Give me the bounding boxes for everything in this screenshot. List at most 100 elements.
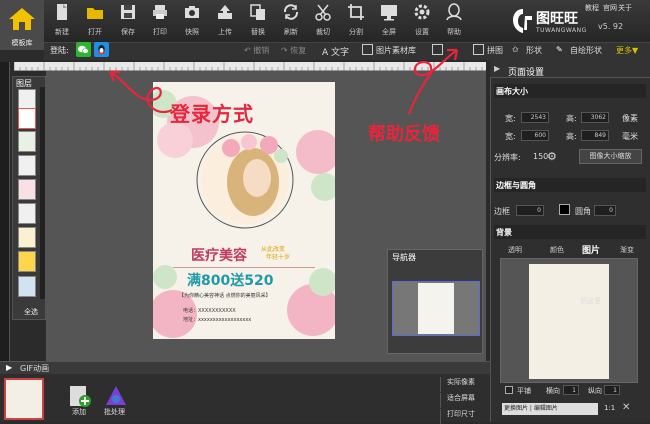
layer-thumb-3[interactable] (18, 131, 36, 152)
width-px-input[interactable]: 2543 (521, 112, 549, 123)
logo-text: 图旺旺 (536, 11, 578, 27)
bg-tab-gradient[interactable]: 渐变 (620, 245, 634, 255)
toolbar-label: 新建 (55, 28, 69, 36)
undo-label: 撤销 (253, 46, 270, 55)
camera-icon (185, 6, 199, 18)
gear-icon[interactable]: ⚙ (547, 150, 557, 163)
batch-process-icon[interactable] (104, 384, 128, 408)
border-input[interactable]: 0 (516, 205, 544, 216)
toolbar-button-replace[interactable]: 替换 (244, 3, 272, 37)
toolbar-button-help-person[interactable]: 帮助 (440, 3, 468, 37)
panel-title: 页面设置 (508, 68, 545, 78)
toolbar-button-save[interactable]: 保存 (114, 3, 142, 37)
shape-button[interactable]: 形状 (526, 45, 542, 56)
layer-thumb-1[interactable] (18, 89, 36, 110)
login-annotation-arrow (108, 70, 173, 113)
background-paper-preview (529, 264, 609, 379)
toolbar-label: 分割 (349, 28, 363, 36)
vertical-input[interactable]: 1 (604, 385, 620, 395)
text-button[interactable]: A 文字 (322, 45, 349, 58)
width-label: 宽: (505, 114, 516, 123)
layer-thumb-7[interactable] (18, 227, 36, 248)
monitor-icon (381, 5, 397, 21)
replace-icon (250, 4, 265, 20)
tutorial-link[interactable]: 教程 (585, 3, 599, 13)
shape-star-icon: ✩ (512, 45, 519, 54)
add-label: 添加 (72, 408, 86, 416)
layer-thumb-6[interactable] (18, 203, 36, 224)
toolbar-button-new-file[interactable]: 新建 (48, 3, 76, 37)
more-button[interactable]: 更多▼ (616, 45, 638, 56)
puzzle-icon[interactable] (473, 44, 484, 55)
redo-button[interactable]: ↷ 恢复 (281, 45, 306, 56)
background-section: 背景 (494, 225, 646, 239)
toolbar-button-gear[interactable]: 设置 (408, 3, 436, 37)
toolbar-button-crop-split[interactable]: 分割 (342, 3, 370, 37)
text-label: 文字 (331, 48, 350, 58)
poster-note: 【为你精心美容神话 点燃你的美丽风采】 (179, 293, 271, 299)
height-label: 高: (566, 114, 577, 123)
replace-image-button[interactable]: 更换图片 | 编辑图片 (502, 403, 598, 415)
layer-thumb-8[interactable] (18, 251, 36, 272)
toolbar-button-folder-open[interactable]: 打开 (81, 3, 109, 37)
printer-icon (153, 5, 167, 19)
width-mm-input[interactable]: 600 (521, 130, 549, 141)
select-all-button[interactable]: 全选 (24, 307, 38, 317)
layer-thumb-4[interactable] (18, 155, 36, 176)
poster-address: 地址：xxxxxxxxxxxxxxxxxx (183, 317, 252, 323)
toolbar-label: 全屏 (382, 28, 396, 36)
refresh-icon (283, 4, 299, 20)
layers-scrollbar[interactable] (40, 87, 45, 299)
qq-login-icon[interactable] (94, 42, 109, 57)
canvas-size-section: 画布大小 (494, 84, 646, 98)
custom-shape-button[interactable]: 自绘形状 (570, 45, 602, 56)
upload-icon (218, 5, 232, 19)
bg-tab-color[interactable]: 颜色 (550, 245, 564, 255)
height-mm-label: 高: (566, 132, 577, 141)
image-scale-button[interactable]: 图像大小缩放 (579, 149, 642, 164)
redo-label: 恢复 (290, 46, 307, 55)
gif-bar (0, 361, 490, 374)
tile-checkbox[interactable] (505, 386, 513, 394)
toolbar-button-scissors[interactable]: 裁切 (309, 3, 337, 37)
horizontal-input[interactable]: 1 (563, 385, 579, 395)
add-icon[interactable] (66, 384, 92, 408)
toolbar-label: 打印 (153, 28, 167, 36)
bg-tab-image[interactable]: 图片 (582, 243, 600, 256)
puzzle-button[interactable]: 拼图 (487, 45, 503, 56)
toolbar-button-camera[interactable]: 快照 (178, 3, 206, 37)
toolbar-button-upload[interactable]: 上传 (211, 3, 239, 37)
collapse-icon[interactable]: ▶ (494, 64, 500, 73)
layer-thumb-9[interactable] (18, 276, 36, 297)
actual-pixels-button[interactable]: 实际像素 (440, 377, 488, 392)
unit-px-label: 像素 (622, 114, 638, 123)
resolution-value[interactable]: 150 (533, 152, 548, 161)
image-material-icon[interactable] (362, 44, 373, 55)
layer-thumb-2[interactable] (18, 108, 36, 129)
toolbar-button-printer[interactable]: 打印 (146, 3, 174, 37)
template-library-button[interactable]: 模板库 (0, 0, 44, 50)
bg-tab-transparent[interactable]: 透明 (508, 245, 522, 255)
height-mm-input[interactable]: 849 (581, 130, 609, 141)
play-icon[interactable]: ▶ (6, 363, 12, 372)
undo-button[interactable]: ↶ 撤销 (244, 45, 269, 56)
background-drop-hint: 到这里 (580, 297, 601, 305)
frame-thumbnail[interactable] (4, 378, 44, 420)
toolbar-button-refresh[interactable]: 刷新 (277, 3, 305, 37)
wechat-login-icon[interactable] (76, 42, 91, 57)
radius-input[interactable]: 0 (594, 205, 616, 216)
delete-icon[interactable]: ✕ (622, 402, 630, 413)
help-annotation-arrow (407, 48, 459, 115)
about-link[interactable]: 关于 (618, 3, 632, 13)
toolbar-label: 帮助 (447, 28, 461, 36)
layer-thumb-5[interactable] (18, 179, 36, 200)
poster-subtitle-2: 年轻十岁 (266, 254, 291, 261)
toolbar-button-monitor[interactable]: 全屏 (375, 3, 403, 37)
fit-screen-button[interactable]: 适合屏幕 (440, 393, 488, 408)
height-px-input[interactable]: 3062 (581, 112, 609, 123)
toolbar-label: 保存 (121, 28, 135, 36)
toolbar-label: 设置 (415, 28, 429, 36)
border-color-swatch[interactable] (559, 204, 570, 215)
tile-label: 平铺 (517, 387, 531, 395)
official-site-link[interactable]: 官网 (603, 3, 617, 13)
